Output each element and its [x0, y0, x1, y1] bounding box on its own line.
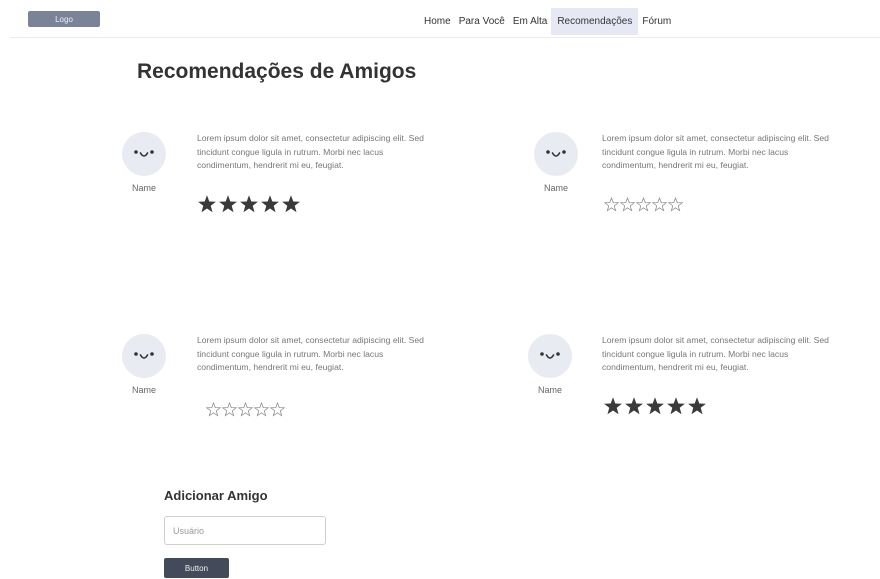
smiley-face-icon[interactable]: [528, 334, 572, 378]
star-outline-icon[interactable]: [222, 402, 237, 417]
star-filled-icon[interactable]: [645, 396, 665, 416]
star-outline-icon[interactable]: [636, 197, 651, 212]
star-outline-icon[interactable]: [604, 197, 619, 212]
friend-card: Name Lorem ipsum dolor sit amet, consect…: [528, 334, 880, 444]
smiley-face-icon[interactable]: [122, 334, 166, 378]
nav-home[interactable]: Home: [420, 8, 455, 35]
star-rating[interactable]: [603, 396, 707, 416]
smiley-face-glyph: [134, 352, 154, 359]
star-rating[interactable]: [206, 402, 285, 417]
friend-name: Name: [537, 385, 562, 395]
star-rating[interactable]: [197, 194, 301, 214]
star-outline-icon[interactable]: [652, 197, 667, 212]
friend-description: Lorem ipsum dolor sit amet, consectetur …: [602, 132, 880, 173]
description-line: tincidunt congue ligula in rutrum. Morbi…: [197, 146, 384, 157]
logo[interactable]: Logo: [28, 11, 100, 27]
description-line: Lorem ipsum dolor sit amet, consectetur …: [197, 133, 424, 143]
friend-description: Lorem ipsum dolor sit amet, consectetur …: [197, 132, 487, 173]
username-input[interactable]: [164, 516, 326, 545]
description-line: condimentum, hendrerit mi eu, feugiat.: [602, 362, 749, 372]
smiley-face-glyph: [540, 352, 560, 359]
page-title: Recomendações de Amigos: [137, 60, 417, 83]
nav-para-voce[interactable]: Para Você: [455, 8, 509, 35]
star-filled-icon[interactable]: [239, 194, 259, 214]
description-line: Lorem ipsum dolor sit amet, consectetur …: [602, 133, 829, 143]
star-filled-icon[interactable]: [281, 194, 301, 214]
star-filled-icon[interactable]: [218, 194, 238, 214]
description-line: tincidunt congue ligula in rutrum. Morbi…: [197, 348, 384, 359]
header-divider: [10, 37, 880, 38]
description-line: Lorem ipsum dolor sit amet, consectetur …: [197, 335, 424, 345]
friend-card: Name Lorem ipsum dolor sit amet, consect…: [534, 132, 880, 242]
description-line: condimentum, hendrerit mi eu, feugiat.: [197, 362, 344, 372]
add-friend-title: Adicionar Amigo: [164, 488, 268, 503]
page: Logo Home Para Você Em Alta Recomendaçõe…: [0, 0, 880, 579]
star-outline-icon[interactable]: [206, 402, 221, 417]
star-filled-icon[interactable]: [603, 396, 623, 416]
friend-card: Name Lorem ipsum dolor sit amet, consect…: [122, 132, 502, 242]
smiley-face-icon[interactable]: [122, 132, 166, 176]
friend-card: Name Lorem ipsum dolor sit amet, consect…: [122, 334, 502, 444]
friend-name: Name: [543, 183, 568, 193]
star-filled-icon[interactable]: [666, 396, 686, 416]
star-filled-icon[interactable]: [624, 396, 644, 416]
description-line: condimentum, hendrerit mi eu, feugiat.: [602, 160, 749, 170]
friend-description: Lorem ipsum dolor sit amet, consectetur …: [197, 334, 487, 375]
smiley-face-glyph: [134, 150, 154, 157]
smiley-face-icon[interactable]: [534, 132, 578, 176]
description-line: tincidunt congue ligula in rutrum. Morbi…: [602, 146, 789, 157]
friend-name: Name: [131, 385, 156, 395]
star-outline-icon[interactable]: [668, 197, 683, 212]
add-friend-button[interactable]: Button: [164, 558, 229, 578]
star-outline-icon[interactable]: [254, 402, 269, 417]
main-nav: Home Para Você Em Alta Recomendações Fór…: [420, 8, 675, 35]
star-outline-icon[interactable]: [620, 197, 635, 212]
smiley-face-glyph: [546, 150, 566, 157]
description-line: condimentum, hendrerit mi eu, feugiat.: [197, 160, 344, 170]
star-outline-icon[interactable]: [238, 402, 253, 417]
star-filled-icon[interactable]: [260, 194, 280, 214]
star-rating[interactable]: [604, 197, 683, 212]
nav-em-alta[interactable]: Em Alta: [509, 8, 551, 35]
friend-description: Lorem ipsum dolor sit amet, consectetur …: [602, 334, 880, 375]
star-filled-icon[interactable]: [687, 396, 707, 416]
nav-forum[interactable]: Fórum: [638, 8, 675, 35]
friend-name: Name: [131, 183, 156, 193]
star-outline-icon[interactable]: [270, 402, 285, 417]
description-line: tincidunt congue ligula in rutrum. Morbi…: [602, 348, 789, 359]
nav-recomendacoes[interactable]: Recomendações: [551, 8, 639, 35]
description-line: Lorem ipsum dolor sit amet, consectetur …: [602, 335, 829, 345]
star-filled-icon[interactable]: [197, 194, 217, 214]
